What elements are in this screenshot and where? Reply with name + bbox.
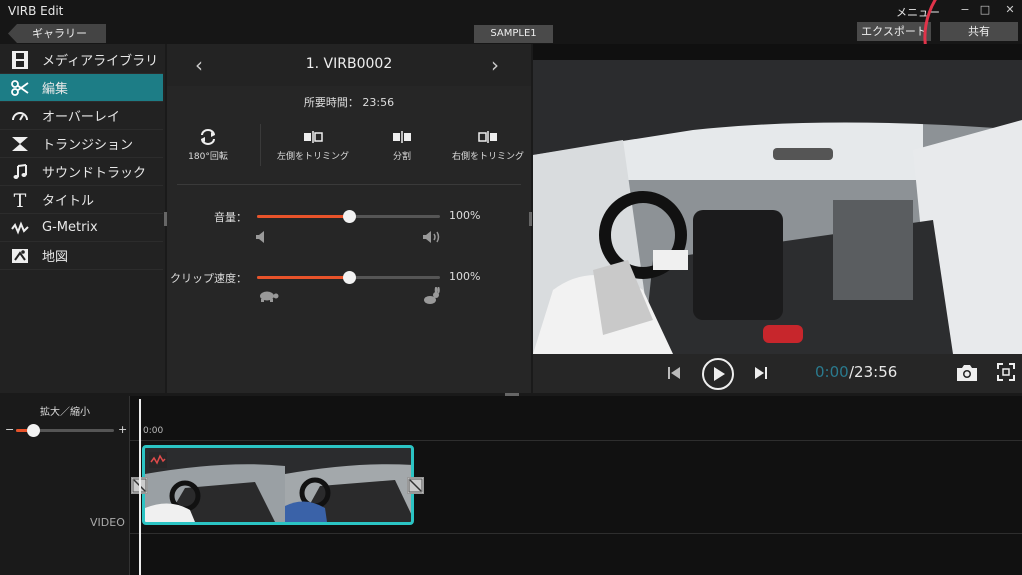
sidebar-item-soundtrack[interactable]: サウンドトラック [0,158,163,186]
video-clip[interactable] [142,445,414,525]
zoom-out-button[interactable]: − [5,423,14,436]
share-button[interactable]: 共有 [940,22,1018,41]
clip-thumbnail [285,448,411,522]
playhead[interactable] [139,399,141,575]
next-clip-icon[interactable]: › [491,53,499,77]
sidebar-item-label: オーバーレイ [42,110,120,125]
clip-title: 1. VIRB0002 [305,56,393,72]
speed-slider-knob[interactable] [342,271,356,284]
close-button[interactable]: ✕ [1003,3,1017,16]
divider [177,184,521,185]
volume-slider-fill [257,215,349,218]
title-bar: VIRB Edit メニュー − □ ✕ [0,0,1022,22]
video-track-label: VIDEO [90,516,125,529]
fullscreen-icon[interactable] [997,363,1015,384]
svg-text:T: T [14,191,27,209]
gauge-icon [10,106,30,126]
maximize-button[interactable]: □ [978,3,992,16]
volume-mute-icon[interactable] [255,230,267,247]
ruler-start-time: 0:00 [143,426,164,436]
tool-label: 右側をトリミング [451,152,524,162]
project-tab[interactable]: SAMPLE1 [474,25,553,43]
volume-value: 100% [449,209,481,222]
timeline: 拡大／縮小 − + VIDEO 0:00 [0,396,1022,575]
transition-icon [10,134,30,154]
playback-controls: 0:00 /23:56 [533,354,1022,393]
export-button[interactable]: エクスポート [857,22,931,41]
volume-label: 音量： [214,211,247,224]
track-divider [130,440,1022,441]
camera-icon[interactable] [955,364,979,385]
app-title: VIRB Edit [8,4,64,18]
clip-header: ‹ 1. VIRB0002 › [167,44,531,86]
tool-label: 左側をトリミング [276,152,349,162]
tool-label: 分割 [392,152,411,162]
total-time: /23:56 [849,363,898,381]
sidebar-item-label: 編集 [42,82,69,97]
clip-audio-icon [149,452,167,468]
scissors-icon [10,78,30,98]
rotate-180-button[interactable]: 180°回転 [163,128,253,162]
track-divider [130,533,1022,534]
speed-slider[interactable] [257,271,440,284]
step-forward-icon[interactable] [752,365,768,384]
zoom-label: 拡大／縮小 [40,407,90,418]
split-icon [393,131,411,143]
trim-right-icon [478,131,497,143]
tool-label: 180°回転 [188,152,228,162]
sidebar-item-map[interactable]: 地図 [0,242,163,270]
speed-slider-fill [257,276,349,279]
rabbit-icon [421,286,441,308]
play-button[interactable] [701,357,735,394]
sidebar-item-edit[interactable]: 編集 [0,74,163,102]
timeline-controls: 拡大／縮小 − + VIDEO [0,396,130,575]
trim-left-button[interactable]: 左側をトリミング [268,128,358,162]
zoom-slider-knob[interactable] [26,424,40,437]
map-icon [10,246,30,266]
gallery-back-button[interactable]: ギャラリー [8,24,106,43]
sidebar-item-overlay[interactable]: オーバーレイ [0,102,163,130]
speed-label: クリップ速度： [170,272,247,285]
video-frame[interactable] [533,60,1022,354]
sidebar-item-label: トランジション [42,138,134,153]
step-back-icon[interactable] [667,365,683,384]
preview-panel: 0:00 /23:56 [533,44,1022,393]
sidebar-item-label: 地図 [42,250,69,265]
title-t-icon: T [10,190,30,210]
clip-duration: 所要時間： 23:56 [303,96,395,109]
film-icon [10,50,30,70]
sidebar-item-title[interactable]: T タイトル [0,186,163,214]
sidebar-item-label: メディアライブラリ [42,54,159,69]
sidebar-item-media-library[interactable]: メディアライブラリ [0,46,163,74]
zoom-in-button[interactable]: + [118,423,127,436]
turtle-icon [257,290,279,305]
gmetrix-icon [10,218,30,238]
trim-right-button[interactable]: 右側をトリミング [443,128,533,162]
zoom-slider[interactable] [16,424,114,437]
sidebar-item-transition[interactable]: トランジション [0,130,163,158]
volume-max-icon[interactable] [422,230,442,247]
sidebar-item-label: サウンドトラック [42,166,147,181]
clip-trim-right-handle[interactable] [407,477,424,494]
sidebar-item-label: G-Metrix [42,220,98,235]
current-time: 0:00 [815,363,849,381]
speed-value: 100% [449,270,481,283]
volume-slider-knob[interactable] [342,210,356,223]
sidebar-item-label: タイトル [42,194,95,209]
sidebar-item-gmetrix[interactable]: G-Metrix [0,214,163,242]
trim-left-icon [304,131,323,143]
minimize-button[interactable]: − [958,3,972,16]
top-toolbar: ギャラリー SAMPLE1 エクスポート 共有 [0,22,1022,44]
split-button[interactable]: 分割 [357,128,447,162]
rotate-icon [201,129,215,145]
menu-button[interactable]: メニュー [896,4,940,20]
edit-panel: ‹ 1. VIRB0002 › 所要時間： 23:56 180°回転 左側をトリ… [167,44,531,393]
panel-splitter[interactable] [529,212,532,226]
tool-divider [260,124,261,166]
volume-slider[interactable] [257,210,440,223]
music-note-icon [10,162,30,182]
video-still-image [533,60,1022,354]
sidebar: メディアライブラリ 編集 オーバーレイ トランジション サウンドトラック T タ… [0,44,165,393]
